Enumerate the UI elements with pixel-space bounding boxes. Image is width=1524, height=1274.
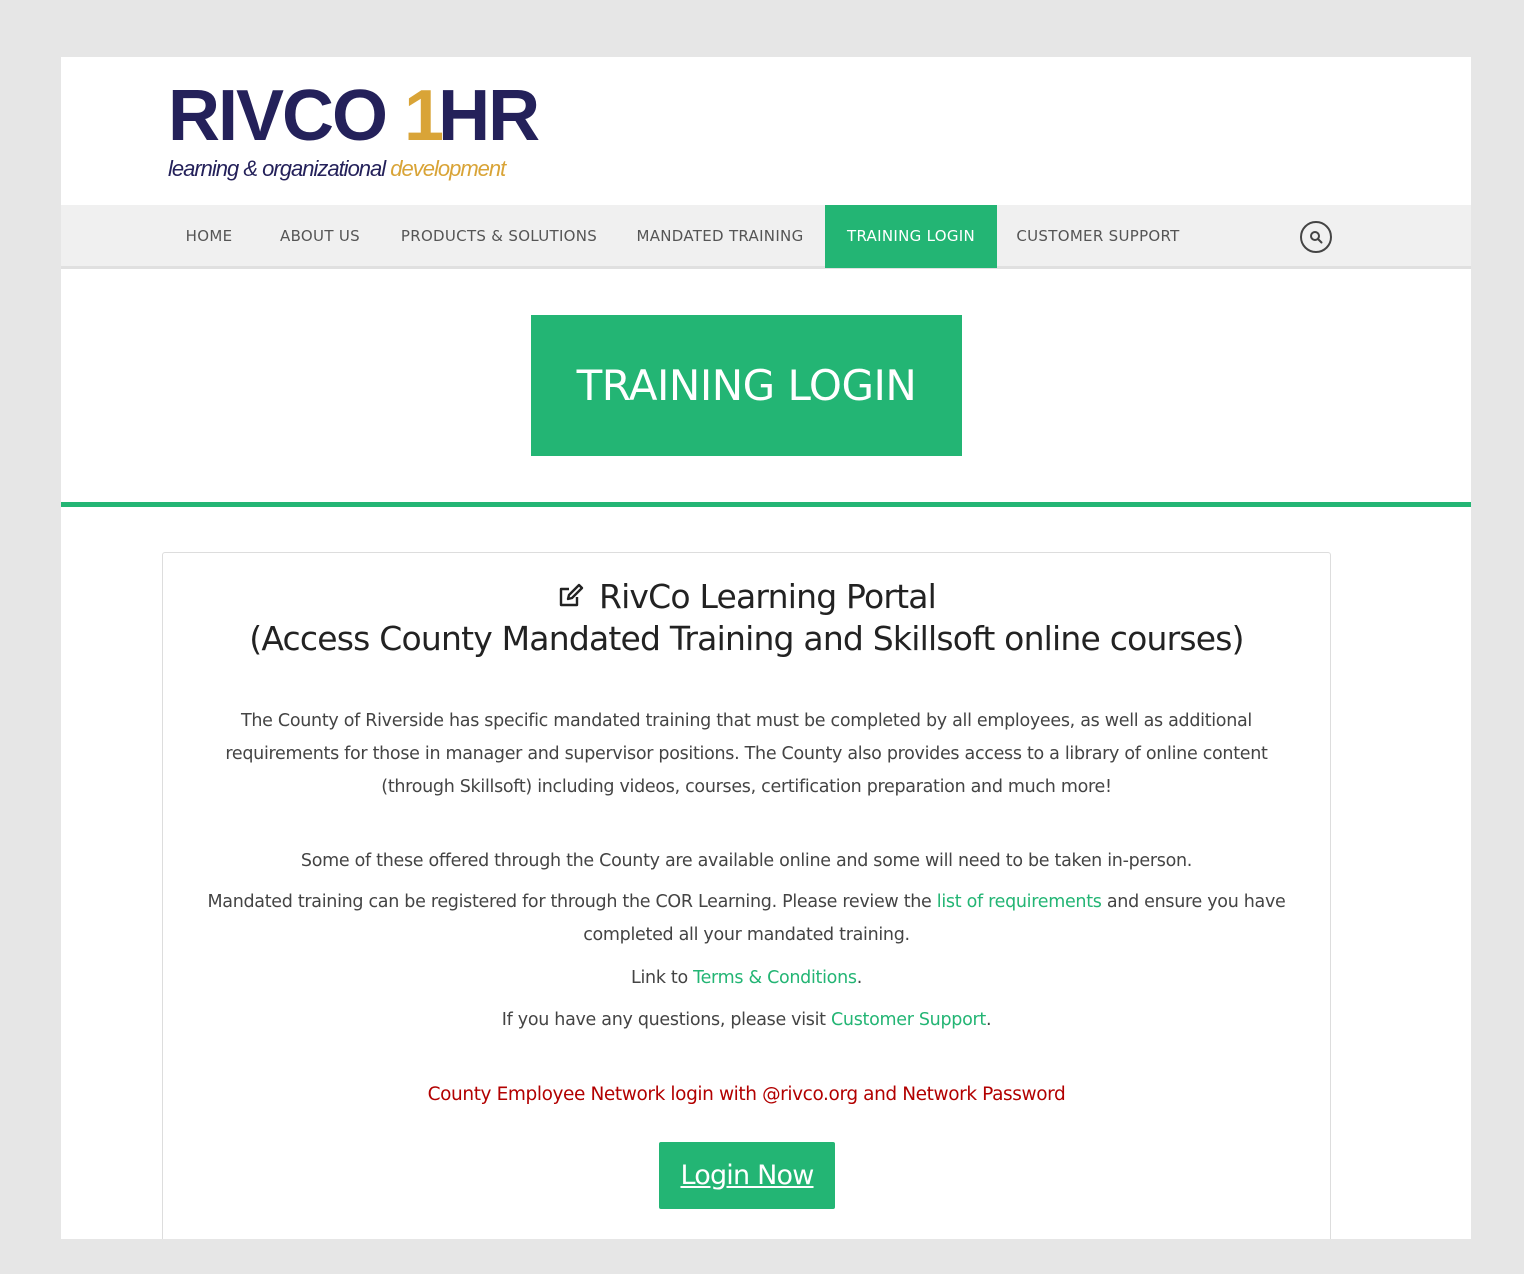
search-button[interactable]	[1300, 221, 1332, 253]
main-navbar: HOME ABOUT US PRODUCTS & SOLUTIONS MANDA…	[61, 205, 1471, 269]
login-now-button[interactable]: Login Now	[659, 1142, 835, 1209]
list-of-requirements-link[interactable]: list of requirements	[937, 892, 1102, 912]
card-title-line1: RivCo Learning Portal	[163, 577, 1330, 619]
nav-products-solutions[interactable]: PRODUCTS & SOLUTIONS	[391, 205, 607, 268]
edit-icon	[557, 579, 585, 619]
card-title-text: RivCo Learning Portal	[598, 577, 937, 616]
questions-text-post: .	[985, 1010, 992, 1030]
nav-mandated-training[interactable]: MANDATED TRAINING	[623, 205, 817, 268]
hero-title: TRAINING LOGIN	[531, 315, 962, 456]
terms-paragraph: Link to Terms & Conditions.	[193, 962, 1300, 995]
logo-wordmark: RIVCO 1HR	[168, 76, 540, 156]
logo-brand-one: 1	[404, 76, 444, 156]
mandated-text-pre: Mandated training can be registered for …	[207, 892, 937, 912]
logo-tagline-accent: development	[390, 156, 506, 181]
questions-text-pre: If you have any questions, please visit	[501, 1010, 831, 1030]
mandated-paragraph: Mandated training can be registered for …	[193, 886, 1300, 952]
logo-tagline: learning & organizational development	[168, 157, 538, 181]
network-login-note: County Employee Network login with @rivc…	[427, 1084, 1066, 1105]
logo-brand-prefix: RIVCO	[168, 76, 405, 156]
page: RIVCO 1HR learning & organizational deve…	[61, 57, 1471, 1239]
learning-portal-card: RivCo Learning Portal (Access County Man…	[162, 552, 1331, 1239]
nav-about-us[interactable]: ABOUT US	[265, 205, 375, 268]
offered-paragraph: Some of these offered through the County…	[300, 851, 1193, 871]
rivco-hr-logo[interactable]: RIVCO 1HR learning & organizational deve…	[168, 76, 540, 181]
hero-divider	[61, 502, 1471, 507]
logo-tagline-main: learning & organizational	[168, 156, 391, 181]
questions-paragraph: If you have any questions, please visit …	[193, 1004, 1300, 1037]
terms-text-post: .	[856, 968, 863, 988]
terms-text-pre: Link to	[631, 968, 694, 988]
terms-conditions-link[interactable]: Terms & Conditions	[693, 968, 857, 988]
site-header: RIVCO 1HR learning & organizational deve…	[61, 57, 1471, 205]
nav-training-login[interactable]: TRAINING LOGIN	[825, 205, 997, 268]
card-title-line2: (Access County Mandated Training and Ski…	[249, 619, 1244, 658]
logo-brand-suffix: HR	[438, 76, 540, 156]
card-title: RivCo Learning Portal (Access County Man…	[163, 577, 1330, 659]
search-icon	[1310, 231, 1323, 244]
intro-paragraph: The County of Riverside has specific man…	[225, 711, 1268, 797]
customer-support-link[interactable]: Customer Support	[831, 1010, 986, 1030]
nav-home[interactable]: HOME	[168, 205, 250, 268]
nav-customer-support[interactable]: CUSTOMER SUPPORT	[1006, 205, 1190, 268]
